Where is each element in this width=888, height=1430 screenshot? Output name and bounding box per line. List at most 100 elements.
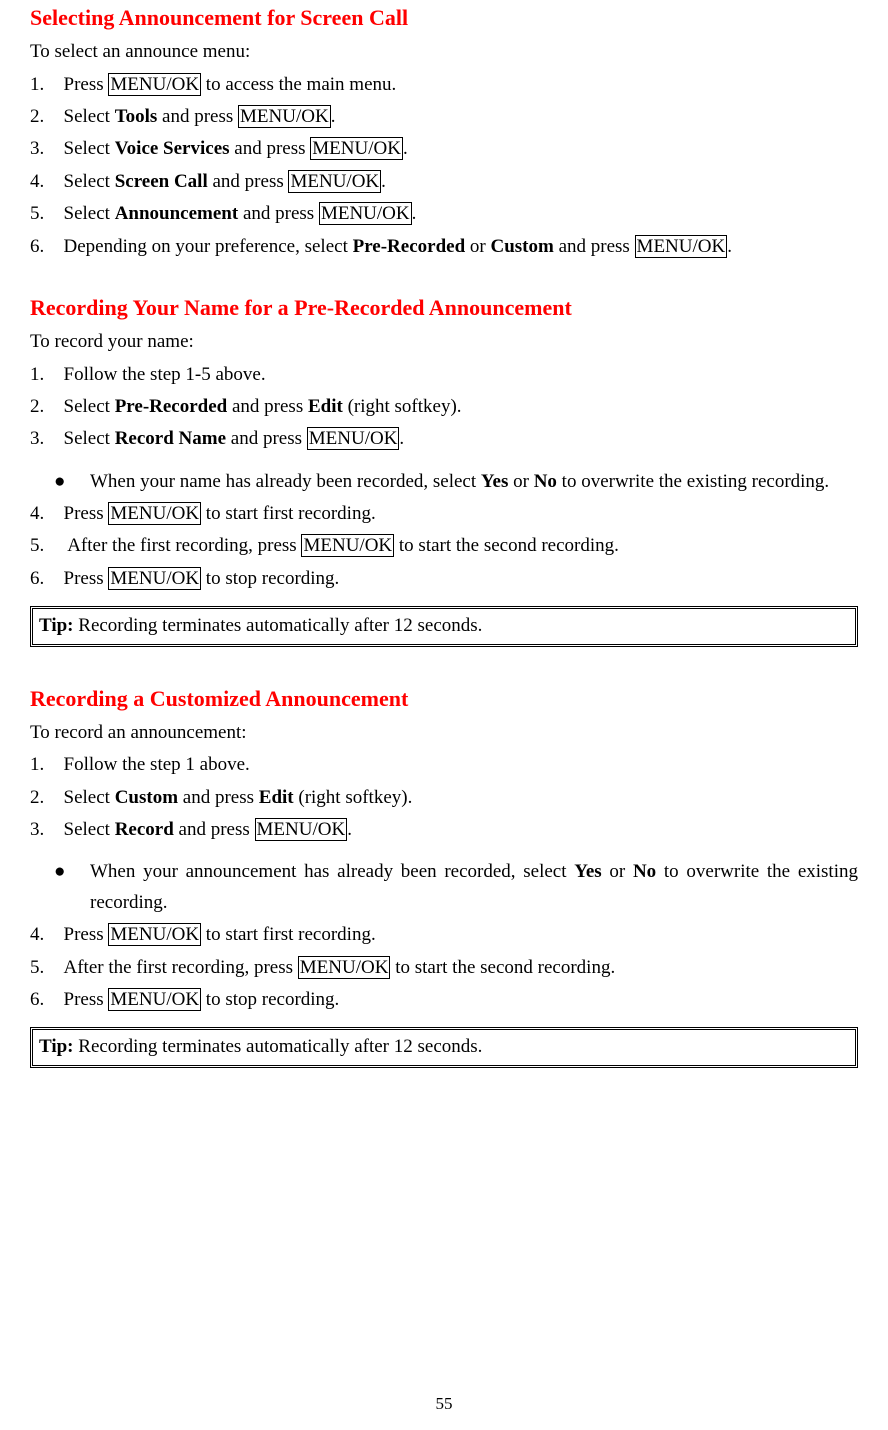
step-text: . <box>403 138 408 159</box>
step-text: . <box>331 106 336 127</box>
step-text: Press <box>64 74 109 95</box>
step-text: and press <box>554 236 635 257</box>
step-item: 6. Press MENU/OK to stop recording. <box>30 564 858 594</box>
step-item: 4. Select Screen Call and press MENU/OK. <box>30 167 858 197</box>
step-text: and press <box>230 138 311 159</box>
step-item: 6. Press MENU/OK to stop recording. <box>30 985 858 1015</box>
step-text: Press <box>64 989 109 1010</box>
step-text: and press <box>226 428 307 449</box>
bold-term: Pre-Recorded <box>353 236 466 257</box>
step-item: 5. After the first recording, press MENU… <box>30 531 858 561</box>
step-item: 1. Press MENU/OK to access the main menu… <box>30 70 858 100</box>
tip-text: Recording terminates automatically after… <box>74 1036 483 1057</box>
step-item: 4. Press MENU/OK to start first recordin… <box>30 499 858 529</box>
section2-intro: To record your name: <box>30 327 858 357</box>
menu-ok-key: MENU/OK <box>108 988 201 1011</box>
tip-box: Tip: Recording terminates automatically … <box>30 606 858 646</box>
bold-term: Tools <box>115 106 158 127</box>
step-item: 6. Depending on your preference, select … <box>30 232 858 262</box>
menu-ok-key: MENU/OK <box>288 170 381 193</box>
step-text: . <box>412 203 417 224</box>
bullet-icon: ● <box>54 857 90 887</box>
step-text: . <box>347 819 352 840</box>
step-item: 3. Select Voice Services and press MENU/… <box>30 134 858 164</box>
step-text: and press <box>238 203 319 224</box>
step-text: After the first recording, press <box>64 535 302 556</box>
step-text: and press <box>208 171 289 192</box>
bullet-item: ●When your name has already been recorde… <box>30 467 858 497</box>
bold-term: Record Name <box>115 428 226 449</box>
step-text: to stop recording. <box>201 568 339 589</box>
bullet-text: or <box>602 861 633 882</box>
bold-term: Custom <box>490 236 553 257</box>
step-item: 2. Select Pre-Recorded and press Edit (r… <box>30 392 858 422</box>
bullet-text: to overwrite the existing recording. <box>557 471 829 492</box>
bullet-item: ●When your announcement has already been… <box>30 857 858 918</box>
section2-heading: Recording Your Name for a Pre-Recorded A… <box>30 290 858 325</box>
step-text: Select <box>64 203 115 224</box>
step-text: to stop recording. <box>201 989 339 1010</box>
menu-ok-key: MENU/OK <box>301 534 394 557</box>
step-item: 2. Select Custom and press Edit (right s… <box>30 783 858 813</box>
section1-steps: 1. Press MENU/OK to access the main menu… <box>30 70 858 262</box>
menu-ok-key: MENU/OK <box>238 105 331 128</box>
tip-label: Tip: <box>39 1036 74 1057</box>
section3-steps-cont: 4. Press MENU/OK to start first recordin… <box>30 920 858 1015</box>
bold-term: Yes <box>574 861 601 882</box>
bold-term: Yes <box>481 471 508 492</box>
step-text: Select <box>64 106 115 127</box>
step-text: to access the main menu. <box>201 74 396 95</box>
step-text: . <box>727 236 732 257</box>
step-item: 4. Press MENU/OK to start first recordin… <box>30 920 858 950</box>
step-text: and press <box>174 819 255 840</box>
bullet-text: When your announcement has already been … <box>90 861 574 882</box>
step-text: Follow the step 1 above. <box>64 754 250 775</box>
step-text: After the first recording, press <box>64 957 298 978</box>
menu-ok-key: MENU/OK <box>255 818 348 841</box>
bold-term: Edit <box>308 396 343 417</box>
menu-ok-key: MENU/OK <box>310 137 403 160</box>
menu-ok-key: MENU/OK <box>307 427 400 450</box>
section1-intro: To select an announce menu: <box>30 37 858 67</box>
step-text: Select <box>64 787 115 808</box>
bold-term: Edit <box>259 787 294 808</box>
bold-term: Announcement <box>115 203 239 224</box>
menu-ok-key: MENU/OK <box>319 202 412 225</box>
step-text: and press <box>178 787 259 808</box>
step-text: Follow the step 1-5 above. <box>64 364 266 385</box>
step-text: Press <box>64 924 109 945</box>
bold-term: Record <box>115 819 174 840</box>
step-text: and press <box>157 106 238 127</box>
section3-intro: To record an announcement: <box>30 718 858 748</box>
step-item: 5. Select Announcement and press MENU/OK… <box>30 199 858 229</box>
step-item: 3. Select Record Name and press MENU/OK. <box>30 424 858 454</box>
bold-term: Screen Call <box>115 171 208 192</box>
tip-label: Tip: <box>39 615 74 636</box>
step-item: 5. After the first recording, press MENU… <box>30 953 858 983</box>
step-item: 2. Select Tools and press MENU/OK. <box>30 102 858 132</box>
step-text: to start the second recording. <box>394 535 619 556</box>
menu-ok-key: MENU/OK <box>635 235 728 258</box>
bold-term: Pre-Recorded <box>115 396 228 417</box>
menu-ok-key: MENU/OK <box>108 923 201 946</box>
bold-term: Voice Services <box>115 138 230 159</box>
step-text: Select <box>64 428 115 449</box>
section2-steps-cont: 4. Press MENU/OK to start first recordin… <box>30 499 858 594</box>
section2-steps: 1. Follow the step 1-5 above. 2. Select … <box>30 360 858 455</box>
menu-ok-key: MENU/OK <box>298 956 391 979</box>
step-text: or <box>465 236 490 257</box>
step-text: . <box>399 428 404 449</box>
section1-heading: Selecting Announcement for Screen Call <box>30 0 858 35</box>
menu-ok-key: MENU/OK <box>108 567 201 590</box>
step-item: 3. Select Record and press MENU/OK. <box>30 815 858 845</box>
section3-heading: Recording a Customized Announcement <box>30 681 858 716</box>
step-text: to start first recording. <box>201 503 376 524</box>
menu-ok-key: MENU/OK <box>108 502 201 525</box>
step-text: Select <box>64 396 115 417</box>
step-item: 1. Follow the step 1-5 above. <box>30 360 858 390</box>
step-text: Press <box>64 503 109 524</box>
menu-ok-key: MENU/OK <box>108 73 201 96</box>
step-text: Select <box>64 171 115 192</box>
bold-term: No <box>534 471 557 492</box>
tip-box: Tip: Recording terminates automatically … <box>30 1027 858 1067</box>
